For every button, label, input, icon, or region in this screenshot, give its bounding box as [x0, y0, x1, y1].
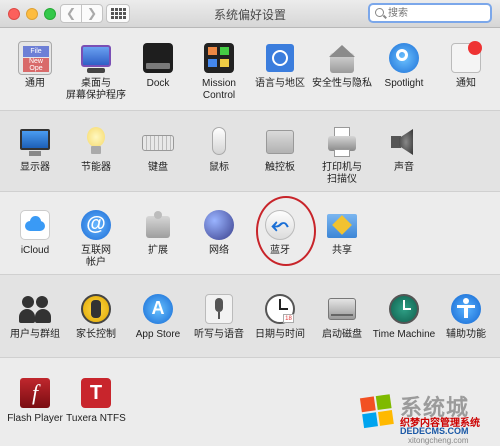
accessibility-icon [449, 292, 483, 326]
pref-sound[interactable]: 声音 [372, 125, 436, 174]
display-icon [18, 125, 52, 159]
pref-label: 鼠标 [209, 162, 229, 173]
pref-mission-control[interactable]: Mission Control [187, 41, 251, 102]
pref-label: 显示器 [20, 162, 50, 173]
pref-spotlight[interactable]: Spotlight [372, 41, 436, 90]
clock-icon: 18 [263, 292, 297, 326]
notifications-icon [449, 41, 483, 75]
watermark-line2: DEDECMS.COM [400, 426, 469, 436]
pref-label: 通知 [456, 78, 476, 89]
at-icon: @ [79, 208, 113, 242]
pref-label: Tuxera NTFS [66, 413, 126, 424]
dock-icon [141, 41, 175, 75]
pref-keyboard[interactable]: 键盘 [126, 125, 190, 174]
speaker-icon [387, 125, 421, 159]
disk-icon [325, 292, 359, 326]
pref-label: 通用 [25, 78, 45, 89]
pref-network[interactable]: 网络 [187, 208, 251, 257]
sharing-icon [325, 208, 359, 242]
pref-label: 安全性与隐私 [312, 78, 372, 89]
pref-label: iCloud [20, 245, 50, 256]
puzzle-icon [141, 208, 175, 242]
pref-label: 启动磁盘 [322, 329, 362, 340]
general-icon: File New Ope [18, 41, 52, 75]
pref-internet-accounts[interactable]: @ 互联网 帐户 [64, 208, 128, 269]
tuxera-icon: T [79, 376, 113, 410]
pref-label: 打印机与 扫描仪 [322, 162, 362, 185]
parental-icon [79, 292, 113, 326]
search-box[interactable] [368, 3, 492, 23]
bulb-icon [79, 125, 113, 159]
security-icon [325, 41, 359, 75]
pref-label: Mission Control [202, 78, 236, 101]
pref-trackpad[interactable]: 触控板 [248, 125, 312, 174]
pref-dock[interactable]: Dock [126, 41, 190, 90]
search-icon [375, 8, 384, 17]
microphone-icon [202, 292, 236, 326]
pref-label: 桌面与 屏幕保护程序 [66, 78, 126, 101]
pref-time-machine[interactable]: Time Machine [372, 292, 436, 341]
pref-label: 扩展 [148, 245, 168, 256]
pref-app-store[interactable]: A App Store [126, 292, 190, 341]
pref-extensions[interactable]: 扩展 [126, 208, 190, 257]
language-icon [263, 41, 297, 75]
pref-label: 辅助功能 [446, 329, 486, 340]
desktop-icon [79, 41, 113, 75]
cloud-icon [18, 208, 52, 242]
pref-date-time[interactable]: 18 日期与时间 [248, 292, 312, 341]
pref-label: 声音 [394, 162, 414, 173]
pref-printers-scanners[interactable]: 打印机与 扫描仪 [310, 125, 374, 186]
pref-energy-saver[interactable]: 节能器 [64, 125, 128, 174]
pref-icloud[interactable]: iCloud [3, 208, 67, 257]
pref-label: 节能器 [81, 162, 111, 173]
pref-label: 互联网 帐户 [81, 245, 111, 268]
spotlight-icon [387, 41, 421, 75]
pref-flash-player[interactable]: f Flash Player [3, 376, 67, 425]
mouse-icon [202, 125, 236, 159]
app-store-icon: A [141, 292, 175, 326]
pref-accessibility[interactable]: 辅助功能 [434, 292, 498, 341]
pref-displays[interactable]: 显示器 [3, 125, 67, 174]
pref-notifications[interactable]: 通知 [434, 41, 498, 90]
search-input[interactable] [388, 6, 488, 20]
time-machine-icon [387, 292, 421, 326]
pref-users-groups[interactable]: 用户与群组 [3, 292, 67, 341]
pref-label: 触控板 [265, 162, 295, 173]
pref-sharing[interactable]: 共享 [310, 208, 374, 257]
pref-parental-controls[interactable]: 家长控制 [64, 292, 128, 341]
trackpad-icon [263, 125, 297, 159]
flash-icon: f [18, 376, 52, 410]
pref-label: Flash Player [7, 413, 63, 424]
watermark-line3: xitongcheng.com [408, 436, 469, 445]
pref-label: 语言与地区 [255, 78, 305, 89]
pref-tuxera-ntfs[interactable]: T Tuxera NTFS [64, 376, 128, 425]
pref-security-privacy[interactable]: 安全性与隐私 [310, 41, 374, 90]
pref-label: 听写与语音 [194, 329, 244, 340]
title-bar: ❮ ❯ 系统偏好设置 [0, 0, 500, 28]
pref-desktop-screensaver[interactable]: 桌面与 屏幕保护程序 [64, 41, 128, 102]
highlight-circle [256, 196, 316, 266]
watermark: 系统城 织梦内容管理系统 DEDECMS.COM xitongcheng.com [356, 384, 496, 445]
windows-logo-icon [359, 394, 396, 430]
pref-label: Spotlight [384, 78, 424, 89]
pref-general[interactable]: File New Ope 通用 [3, 41, 67, 90]
pref-label: 共享 [332, 245, 352, 256]
printer-icon [325, 125, 359, 159]
pref-label: 用户与群组 [10, 329, 60, 340]
pref-label: App Store [135, 329, 181, 340]
pref-label: 网络 [209, 245, 229, 256]
pref-startup-disk[interactable]: 启动磁盘 [310, 292, 374, 341]
pref-label: Time Machine [372, 329, 436, 340]
pref-label: 键盘 [148, 162, 168, 173]
globe-icon [202, 208, 236, 242]
pref-label: Dock [146, 78, 170, 89]
keyboard-icon [141, 125, 175, 159]
pref-label: 日期与时间 [255, 329, 305, 340]
pref-language-region[interactable]: 语言与地区 [248, 41, 312, 90]
pref-dictation-speech[interactable]: 听写与语音 [187, 292, 251, 341]
pref-mouse[interactable]: 鼠标 [187, 125, 251, 174]
users-icon [18, 292, 52, 326]
pref-label: 家长控制 [76, 329, 116, 340]
mission-control-icon [202, 41, 236, 75]
